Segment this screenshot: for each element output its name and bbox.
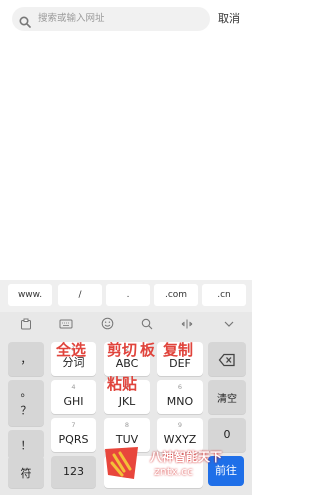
watermark: 八神智能天下 zntx.cc xyxy=(100,445,240,481)
quick-key-slash[interactable]: / xyxy=(58,284,102,306)
emoji-icon[interactable] xyxy=(98,317,116,335)
key-exclaim[interactable]: ！ xyxy=(8,430,44,458)
overlay-paste: 粘贴 xyxy=(107,375,138,393)
quick-key-cn[interactable]: .cn xyxy=(202,284,246,306)
overlay-copy: 复制 xyxy=(163,341,194,359)
quick-input-row: www. / . .com .cn xyxy=(0,280,252,312)
backspace-icon xyxy=(218,352,236,371)
keyboard-toolbar xyxy=(0,313,252,339)
search-input[interactable]: 搜索或输入网址 xyxy=(38,12,105,26)
key-comma[interactable]: ， xyxy=(8,342,44,376)
keyboard-icon[interactable] xyxy=(57,317,75,335)
key-6-mno[interactable]: 6 MNO xyxy=(157,380,203,414)
search-bar[interactable]: 搜索或输入网址 xyxy=(12,7,210,31)
quick-key-com[interactable]: .com xyxy=(154,284,198,306)
search-tool-icon[interactable] xyxy=(138,317,156,335)
symbol-key[interactable]: 符 xyxy=(8,456,44,488)
quick-key-www[interactable]: www. xyxy=(8,284,52,306)
search-icon xyxy=(19,13,31,28)
clear-key[interactable]: 清空 xyxy=(208,380,246,414)
cancel-button[interactable]: 取消 xyxy=(218,11,240,27)
overlay-select-all: 全选 xyxy=(56,341,87,359)
quick-key-dot[interactable]: . xyxy=(106,284,150,306)
key-7-pqrs[interactable]: 7 PQRS xyxy=(51,418,96,452)
number-switch-key[interactable]: 123 xyxy=(51,456,96,488)
watermark-logo-icon xyxy=(105,447,138,479)
overlay-board: 板 xyxy=(140,341,156,359)
clipboard-icon[interactable] xyxy=(17,317,35,335)
backspace-key[interactable] xyxy=(208,342,246,376)
key-4-ghi[interactable]: 4 GHI xyxy=(51,380,96,414)
cursor-move-icon[interactable] xyxy=(178,317,196,335)
overlay-cut: 剪切 xyxy=(107,341,138,359)
key-period-question[interactable]: 。 ？ xyxy=(8,380,44,426)
chevron-down-icon[interactable] xyxy=(220,317,238,335)
